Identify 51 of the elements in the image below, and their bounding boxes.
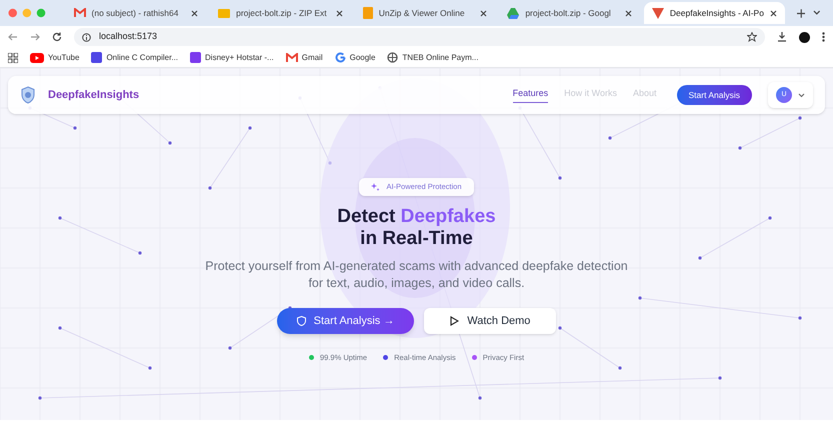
close-icon [191,10,198,16]
browser-tab[interactable]: DeepfakeInsights - AI-Po [644,2,785,24]
shield-logo-icon [20,86,36,104]
address-bar[interactable]: localhost:5173 [74,28,765,46]
document-icon [362,7,373,19]
hero-subtitle: Protect yourself from AI-generated scams with advanced deepfake detection for text, audio, images, and video calls. [204,258,629,292]
close-icon [480,10,488,16]
apps-grid-icon [8,52,18,62]
close-icon [624,10,632,16]
reload-icon [52,32,62,42]
download-icon [777,32,787,42]
info-icon [82,32,91,42]
new-tab-icon [796,8,806,18]
back-icon [8,33,18,41]
play-icon [30,52,44,62]
square-icon [190,52,202,63]
browser-tab[interactable]: project-bolt.zip - Googl [499,2,640,24]
chevron-down-icon [798,92,805,98]
bookmark[interactable]: YouTube [30,52,80,64]
close-icon [336,10,343,16]
bookmark[interactable]: Gmail [286,52,323,64]
play-icon [450,316,460,326]
watch-demo-button[interactable]: Watch Demo [424,308,556,334]
bookmark[interactable]: Disney+ Hotstar -... [190,52,274,64]
hero-title: in Real-Time [360,228,473,250]
folder-icon [218,8,230,18]
menu-icon [822,32,825,42]
square-icon [91,52,102,63]
g-icon [334,52,346,63]
globe-icon [387,52,398,63]
star-icon [747,32,757,42]
mail-icon [286,52,298,62]
sparkle-icon [371,182,380,192]
start-analysis-button[interactable]: Start Analysis [676,85,752,105]
shield-icon [296,316,306,326]
close-icon [770,10,777,16]
hero-title: Detect Deepfakes [337,206,496,228]
browser-tab[interactable]: project-bolt.zip - ZIP Ext [210,2,351,24]
bookmark[interactable]: TNEB Online Paym... [387,52,478,64]
mail-icon [74,8,86,18]
v-logo-icon [652,8,664,18]
bookmark[interactable]: Online C Compiler... [91,52,178,64]
nav-link[interactable]: Features [512,86,548,104]
browser-tab[interactable]: (no subject) - rathish64 [66,2,206,24]
start-analysis-button[interactable]: Start Analysis → [276,308,414,334]
forward-icon [30,33,40,41]
bookmark[interactable]: Google [334,52,376,64]
chevron-down-icon [813,10,821,16]
browser-tab[interactable]: UnZip & Viewer Online [354,2,496,24]
brand-name: DeepfakeInsights [48,88,140,103]
profile-avatar-icon [799,32,810,42]
